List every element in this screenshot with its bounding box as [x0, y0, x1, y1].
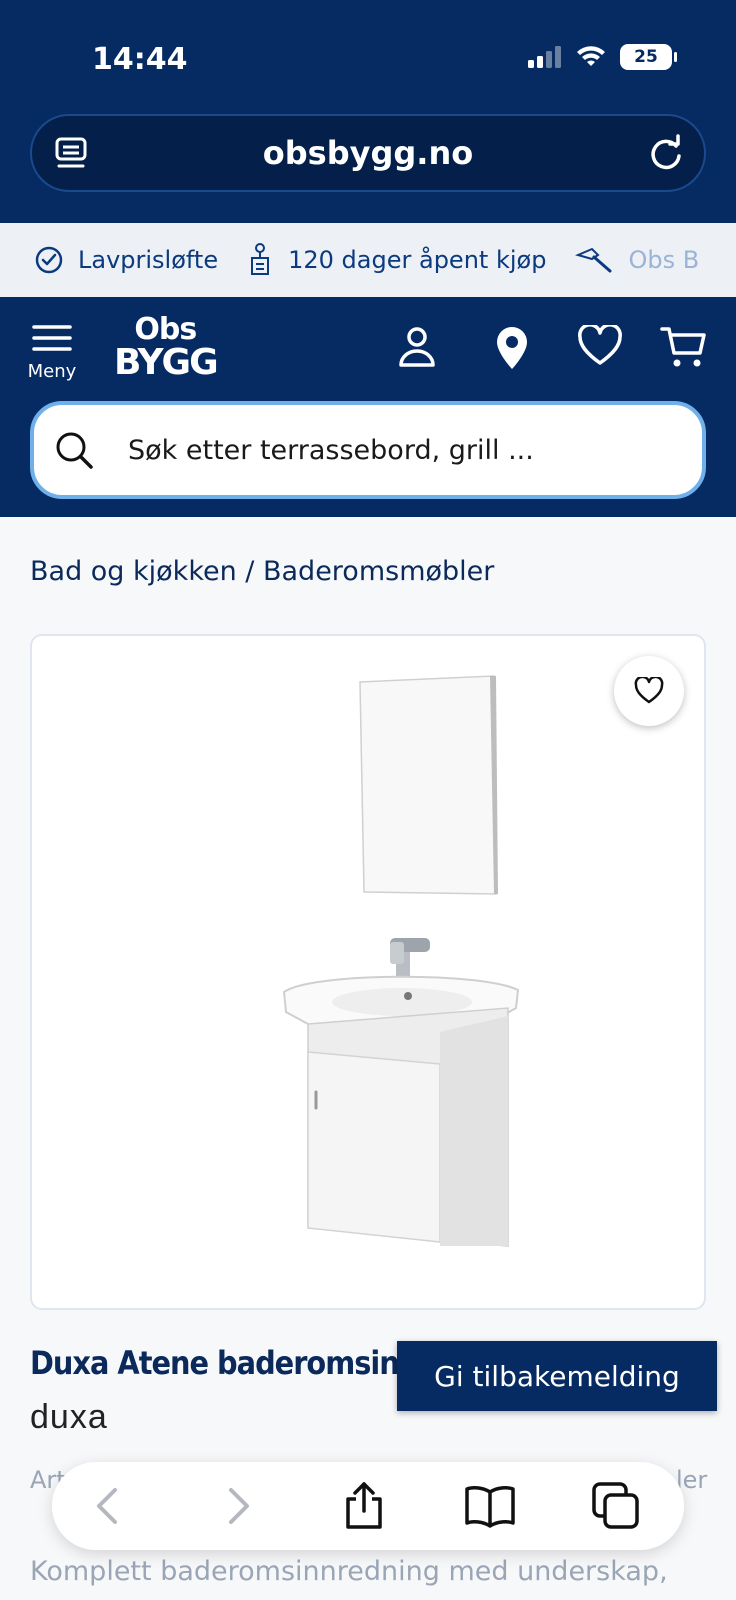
hammer-icon — [575, 247, 612, 273]
heart-icon — [634, 677, 664, 704]
book-icon — [465, 1486, 515, 1528]
url-text: obsbygg.no — [262, 134, 474, 172]
bookmarks-button[interactable] — [460, 1476, 520, 1536]
tabs-button[interactable] — [586, 1476, 646, 1536]
usp-bar: Lavprisløfte 120 dager åpent kjøp Obs B — [0, 223, 736, 297]
status-icons: 25 — [528, 44, 677, 70]
usp-label: 120 dager åpent kjøp — [288, 246, 547, 274]
back-button[interactable] — [78, 1476, 138, 1536]
obs-bygg-logo[interactable]: Obs BYGG — [114, 312, 219, 383]
return-tag-icon — [251, 243, 270, 275]
page-menu-icon[interactable] — [54, 136, 88, 178]
battery-icon: 25 — [620, 44, 677, 70]
chevron-right-icon — [229, 1488, 249, 1524]
chevron-left-icon — [97, 1488, 117, 1524]
status-bar: 14:44 25 — [0, 0, 736, 110]
site-header: Meny Obs BYGG Søk etter terrassebord, gr… — [0, 297, 736, 517]
tabs-icon — [592, 1482, 639, 1529]
usp-item-price-promise[interactable]: Lavprisløfte — [34, 245, 218, 275]
menu-label: Meny — [27, 361, 77, 382]
usp-item-obs[interactable]: Obs B — [574, 245, 699, 275]
share-button[interactable] — [334, 1476, 394, 1536]
logo-line1: Obs — [134, 312, 197, 347]
search-placeholder: Søk etter terrassebord, grill ... — [128, 434, 534, 466]
product-image-card[interactable] — [30, 634, 706, 1310]
status-time: 14:44 — [92, 42, 188, 77]
usp-item-open-purchase[interactable]: 120 dager åpent kjøp — [246, 242, 546, 278]
product-brand[interactable]: duxa — [30, 1398, 108, 1437]
hamburger-icon — [32, 325, 72, 351]
add-to-wishlist-button[interactable] — [614, 656, 684, 726]
product-image — [282, 675, 520, 1247]
breadcrumb[interactable]: Bad og kjøkken / Baderomsmøbler — [30, 556, 494, 587]
browser-toolbar — [52, 1462, 684, 1550]
forward-button[interactable] — [208, 1476, 268, 1536]
search-input[interactable]: Søk etter terrassebord, grill ... — [30, 401, 706, 499]
account-icon[interactable] — [397, 325, 437, 373]
feedback-button[interactable]: Gi tilbakemelding — [397, 1341, 717, 1411]
url-bar[interactable]: obsbygg.no — [30, 114, 706, 192]
product-description: Komplett baderomsinnredning med underska… — [30, 1556, 668, 1587]
browser-url-area: obsbygg.no — [0, 98, 736, 223]
wifi-icon — [577, 46, 605, 66]
usp-label: Obs B — [628, 246, 700, 274]
wishlist-heart-icon[interactable] — [578, 323, 622, 371]
cart-icon[interactable] — [660, 325, 706, 373]
store-location-icon[interactable] — [494, 325, 530, 375]
usp-label: Lavprisløfte — [78, 246, 219, 274]
share-icon — [346, 1482, 382, 1529]
menu-button[interactable]: Meny — [26, 323, 78, 382]
check-circle-icon — [35, 246, 63, 274]
signal-icon — [528, 46, 561, 68]
logo-line2: BYGG — [114, 342, 219, 383]
search-icon — [56, 432, 93, 469]
reload-icon[interactable] — [646, 134, 686, 178]
